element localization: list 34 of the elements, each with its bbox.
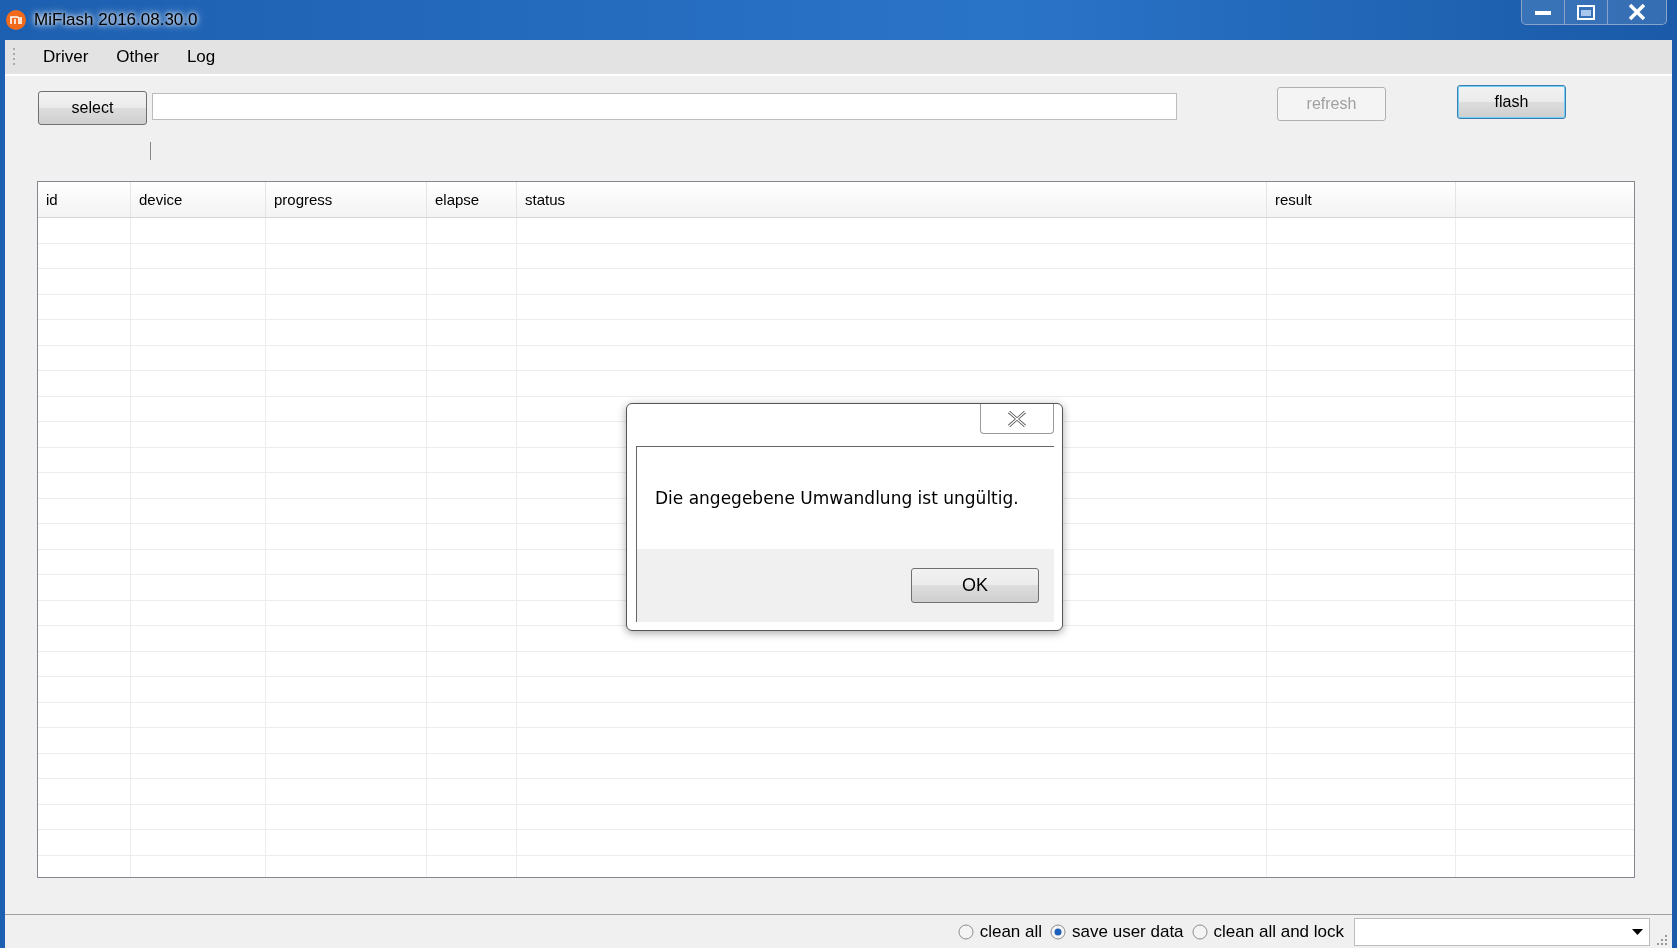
radio-button[interactable] [957,923,974,940]
column-header[interactable]: id [38,182,131,217]
menu-item[interactable]: Driver [29,47,103,67]
column-header[interactable]: elapse [427,182,517,217]
minimize-icon [1535,9,1551,15]
radio-label: save user data [1072,921,1184,942]
ok-button[interactable]: OK [911,568,1039,603]
menu-item[interactable]: Log [172,47,230,67]
path-field[interactable] [152,92,1177,120]
caret-icon [1632,928,1643,935]
close-button[interactable] [1608,0,1666,24]
close-icon [1628,4,1646,20]
flash-button[interactable]: flash [1457,85,1566,119]
maximize-button[interactable] [1565,0,1608,24]
radio-button[interactable] [1050,923,1067,940]
column-header[interactable]: status [517,182,1267,217]
column-header[interactable]: result [1267,182,1456,217]
dialog-close-button[interactable] [980,404,1054,434]
radio-label: clean all [979,921,1043,942]
radio-button[interactable] [1191,923,1208,940]
column-header[interactable]: device [131,182,266,217]
menu-item[interactable]: Other [102,47,173,67]
select-button[interactable]: select [38,91,147,125]
app-logo-icon [6,10,26,30]
grip-icon[interactable] [13,47,17,67]
minimize-button[interactable] [1522,0,1565,24]
maximize-icon [1577,4,1595,20]
window-title: MiFlash 2016.08.30.0 [34,10,198,30]
close-icon [1007,410,1027,427]
column-header[interactable]: progress [266,182,427,217]
dialog-message: Die angegebene Umwandlung ist ungültig. [655,488,1019,508]
radio-label: clean all and lock [1213,921,1344,942]
dropdown[interactable] [1354,917,1650,946]
resize-grip-icon[interactable] [1656,934,1668,946]
